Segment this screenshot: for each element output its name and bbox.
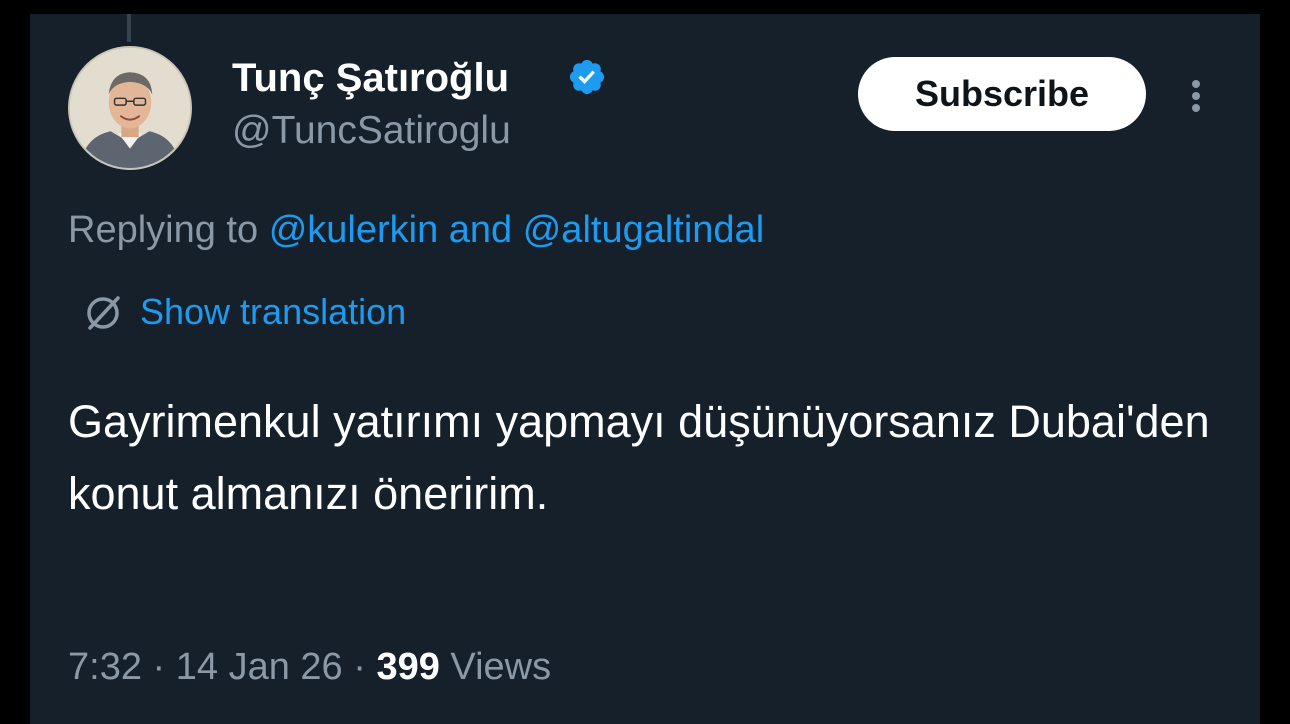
verified-badge-icon[interactable] [567,57,607,97]
tweet-text: Gayrimenkul yatırımı yapmayı düşünüyorsa… [68,396,1210,519]
replying-to-label: Replying to [68,209,259,251]
tweet-date[interactable]: 14 Jan 26 [176,646,343,688]
meta-separator: · [152,646,166,688]
tweet-meta: 7:32 · 14 Jan 26 · 399 Views [68,644,551,690]
meta-separator: · [353,646,366,688]
author-handle[interactable]: @TuncSatiroglu [232,108,511,154]
reply-mention-altugaltindal[interactable]: @altugaltindal [523,209,764,251]
profile-photo-icon [70,48,190,168]
views-label: Views [450,646,552,688]
views-count[interactable]: 399 [376,646,439,688]
tweet-time[interactable]: 7:32 [68,646,142,688]
author-display-name[interactable]: Tunç Şatıroğlu [232,54,509,102]
tweet-card: Tunç Şatıroğlu @TuncSatiroglu Subscribe … [30,14,1260,724]
replying-to-line: Replying to @kulerkin and @altugaltindal [68,207,764,253]
show-translation-label[interactable]: Show translation [140,290,406,334]
avatar[interactable] [68,46,192,170]
thread-connector-line [127,14,131,42]
globe-translate-icon [87,296,120,330]
more-vertical-icon[interactable] [1178,76,1214,116]
subscribe-button[interactable]: Subscribe [858,57,1146,131]
reply-connector: and [448,209,513,251]
reply-mention-kulerkin[interactable]: @kulerkin [269,209,439,251]
